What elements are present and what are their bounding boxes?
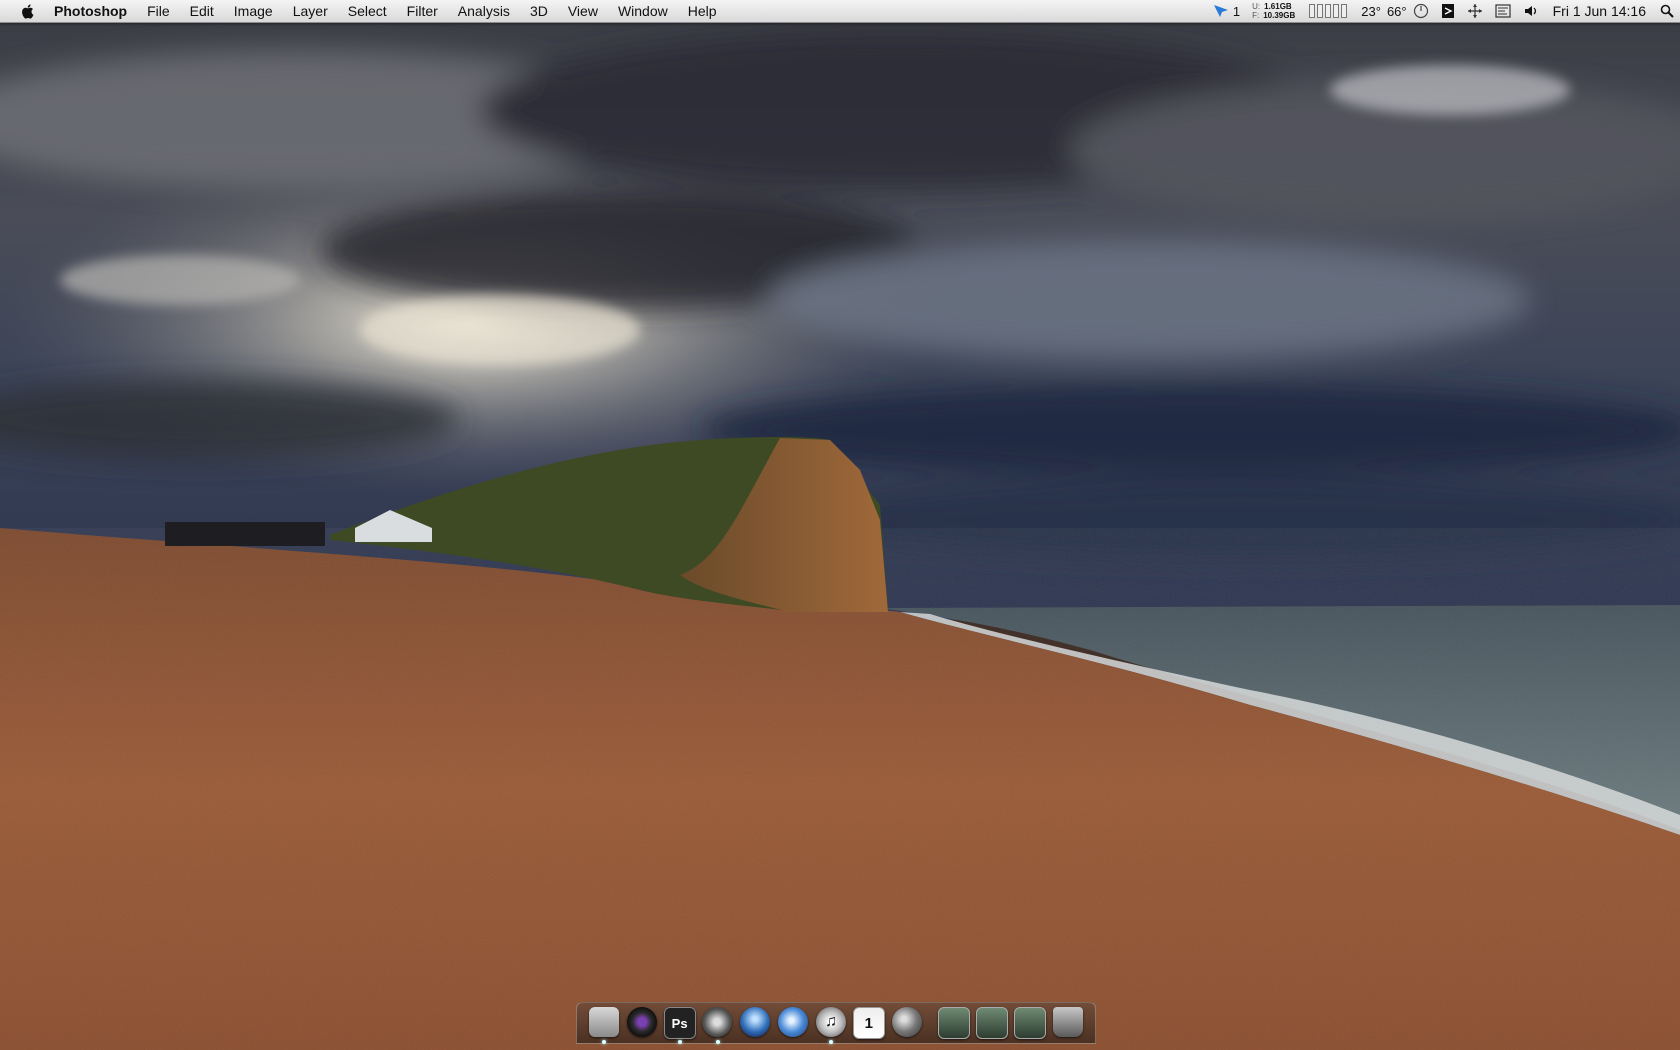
wallpaper-image bbox=[0, 0, 1680, 1050]
temperature-value: 23° bbox=[1361, 3, 1381, 19]
dock-stack-applications[interactable] bbox=[1013, 1007, 1047, 1043]
apple-menu-icon[interactable] bbox=[10, 0, 44, 22]
dock-item-time-machine[interactable] bbox=[890, 1007, 924, 1043]
finder-icon bbox=[588, 1007, 619, 1037]
menu-window[interactable]: Window bbox=[608, 0, 678, 22]
dock-item-trash[interactable] bbox=[1051, 1007, 1085, 1043]
menu-select[interactable]: Select bbox=[338, 0, 397, 22]
volume-menulet[interactable] bbox=[1517, 0, 1545, 22]
running-indicator bbox=[829, 1040, 834, 1044]
menu-image[interactable]: Image bbox=[224, 0, 283, 22]
gauge-icon bbox=[1413, 3, 1428, 19]
dock-item-ical[interactable]: 1 bbox=[852, 1007, 886, 1043]
menu-3d[interactable]: 3D bbox=[520, 0, 558, 22]
temperature-monitor[interactable]: 23° 66° bbox=[1355, 0, 1434, 22]
dock-item-safari[interactable] bbox=[701, 1007, 735, 1044]
running-indicator bbox=[602, 1040, 606, 1044]
move-icon bbox=[1467, 4, 1482, 18]
menu-edit[interactable]: Edit bbox=[180, 0, 224, 22]
running-indicator bbox=[715, 1040, 720, 1044]
volume-icon bbox=[1524, 6, 1536, 16]
memory-free: 10.39GB bbox=[1263, 11, 1296, 20]
spotlight-search-icon bbox=[1660, 4, 1674, 18]
time-machine-icon bbox=[891, 1007, 922, 1037]
downloads-stack-icon bbox=[938, 1007, 971, 1039]
fan-value: 66° bbox=[1386, 3, 1407, 19]
trash-icon bbox=[1053, 1007, 1083, 1037]
itunes-music-note-icon: ♫ bbox=[815, 1007, 846, 1037]
menu-help[interactable]: Help bbox=[678, 0, 727, 22]
spaces-menulet[interactable]: 1 bbox=[1207, 0, 1246, 22]
spaces-icon bbox=[1213, 5, 1228, 17]
memory-used: 1.61GB bbox=[1264, 2, 1292, 11]
cpu-bars-icon bbox=[1309, 4, 1348, 18]
bluetooth-menulet[interactable] bbox=[1435, 0, 1461, 22]
sync-menulet[interactable] bbox=[1461, 0, 1489, 22]
dock-item-photoshop[interactable]: Ps bbox=[663, 1007, 697, 1044]
photoshop-icon: Ps bbox=[663, 1007, 696, 1039]
spotlight-button[interactable] bbox=[1654, 0, 1680, 22]
app-menu-photoshop[interactable]: Photoshop bbox=[44, 0, 137, 22]
menu-file[interactable]: File bbox=[137, 0, 180, 22]
memory-used-key: U: bbox=[1252, 2, 1261, 11]
dock: Ps ♫ 1 bbox=[576, 1002, 1096, 1044]
browser-globe-icon bbox=[778, 1007, 809, 1037]
applications-stack-icon bbox=[1014, 1007, 1047, 1039]
dock-item-system-preferences[interactable] bbox=[776, 1007, 810, 1043]
menu-clock[interactable]: Fri 1 Jun 14:16 bbox=[1545, 3, 1654, 19]
desktop-wallpaper bbox=[0, 0, 1680, 1050]
cpu-monitor[interactable] bbox=[1301, 0, 1355, 22]
spaces-number: 1 bbox=[1232, 3, 1241, 19]
menu-view[interactable]: View bbox=[558, 0, 608, 22]
display-menulet[interactable] bbox=[1489, 0, 1517, 22]
aperture-icon bbox=[626, 1007, 657, 1037]
dock-stack-documents[interactable] bbox=[975, 1007, 1009, 1043]
documents-stack-icon bbox=[976, 1007, 1009, 1039]
menu-layer[interactable]: Layer bbox=[283, 0, 338, 22]
address-book-icon bbox=[740, 1007, 771, 1037]
dock-item-mail[interactable] bbox=[738, 1007, 772, 1043]
calendar-day-label: 1 bbox=[864, 1014, 873, 1032]
photoshop-icon-label: Ps bbox=[671, 1015, 688, 1031]
dock-item-aperture[interactable] bbox=[625, 1007, 659, 1043]
menu-filter[interactable]: Filter bbox=[397, 0, 448, 22]
script-icon bbox=[1441, 4, 1454, 18]
running-indicator bbox=[677, 1040, 682, 1044]
display-icon bbox=[1495, 4, 1511, 18]
memory-free-key: F: bbox=[1252, 11, 1260, 20]
dock-item-itunes[interactable]: ♫ bbox=[814, 1007, 848, 1044]
menu-analysis[interactable]: Analysis bbox=[448, 0, 520, 22]
menu-bar: Photoshop File Edit Image Layer Select F… bbox=[0, 0, 1680, 23]
dock-stack-downloads[interactable] bbox=[938, 1007, 972, 1043]
memory-monitor[interactable]: U: 1.61GB F: 10.39GB bbox=[1246, 0, 1301, 22]
dock-item-finder[interactable] bbox=[587, 1007, 621, 1044]
safari-compass-icon bbox=[702, 1007, 733, 1037]
calendar-icon: 1 bbox=[852, 1007, 885, 1039]
